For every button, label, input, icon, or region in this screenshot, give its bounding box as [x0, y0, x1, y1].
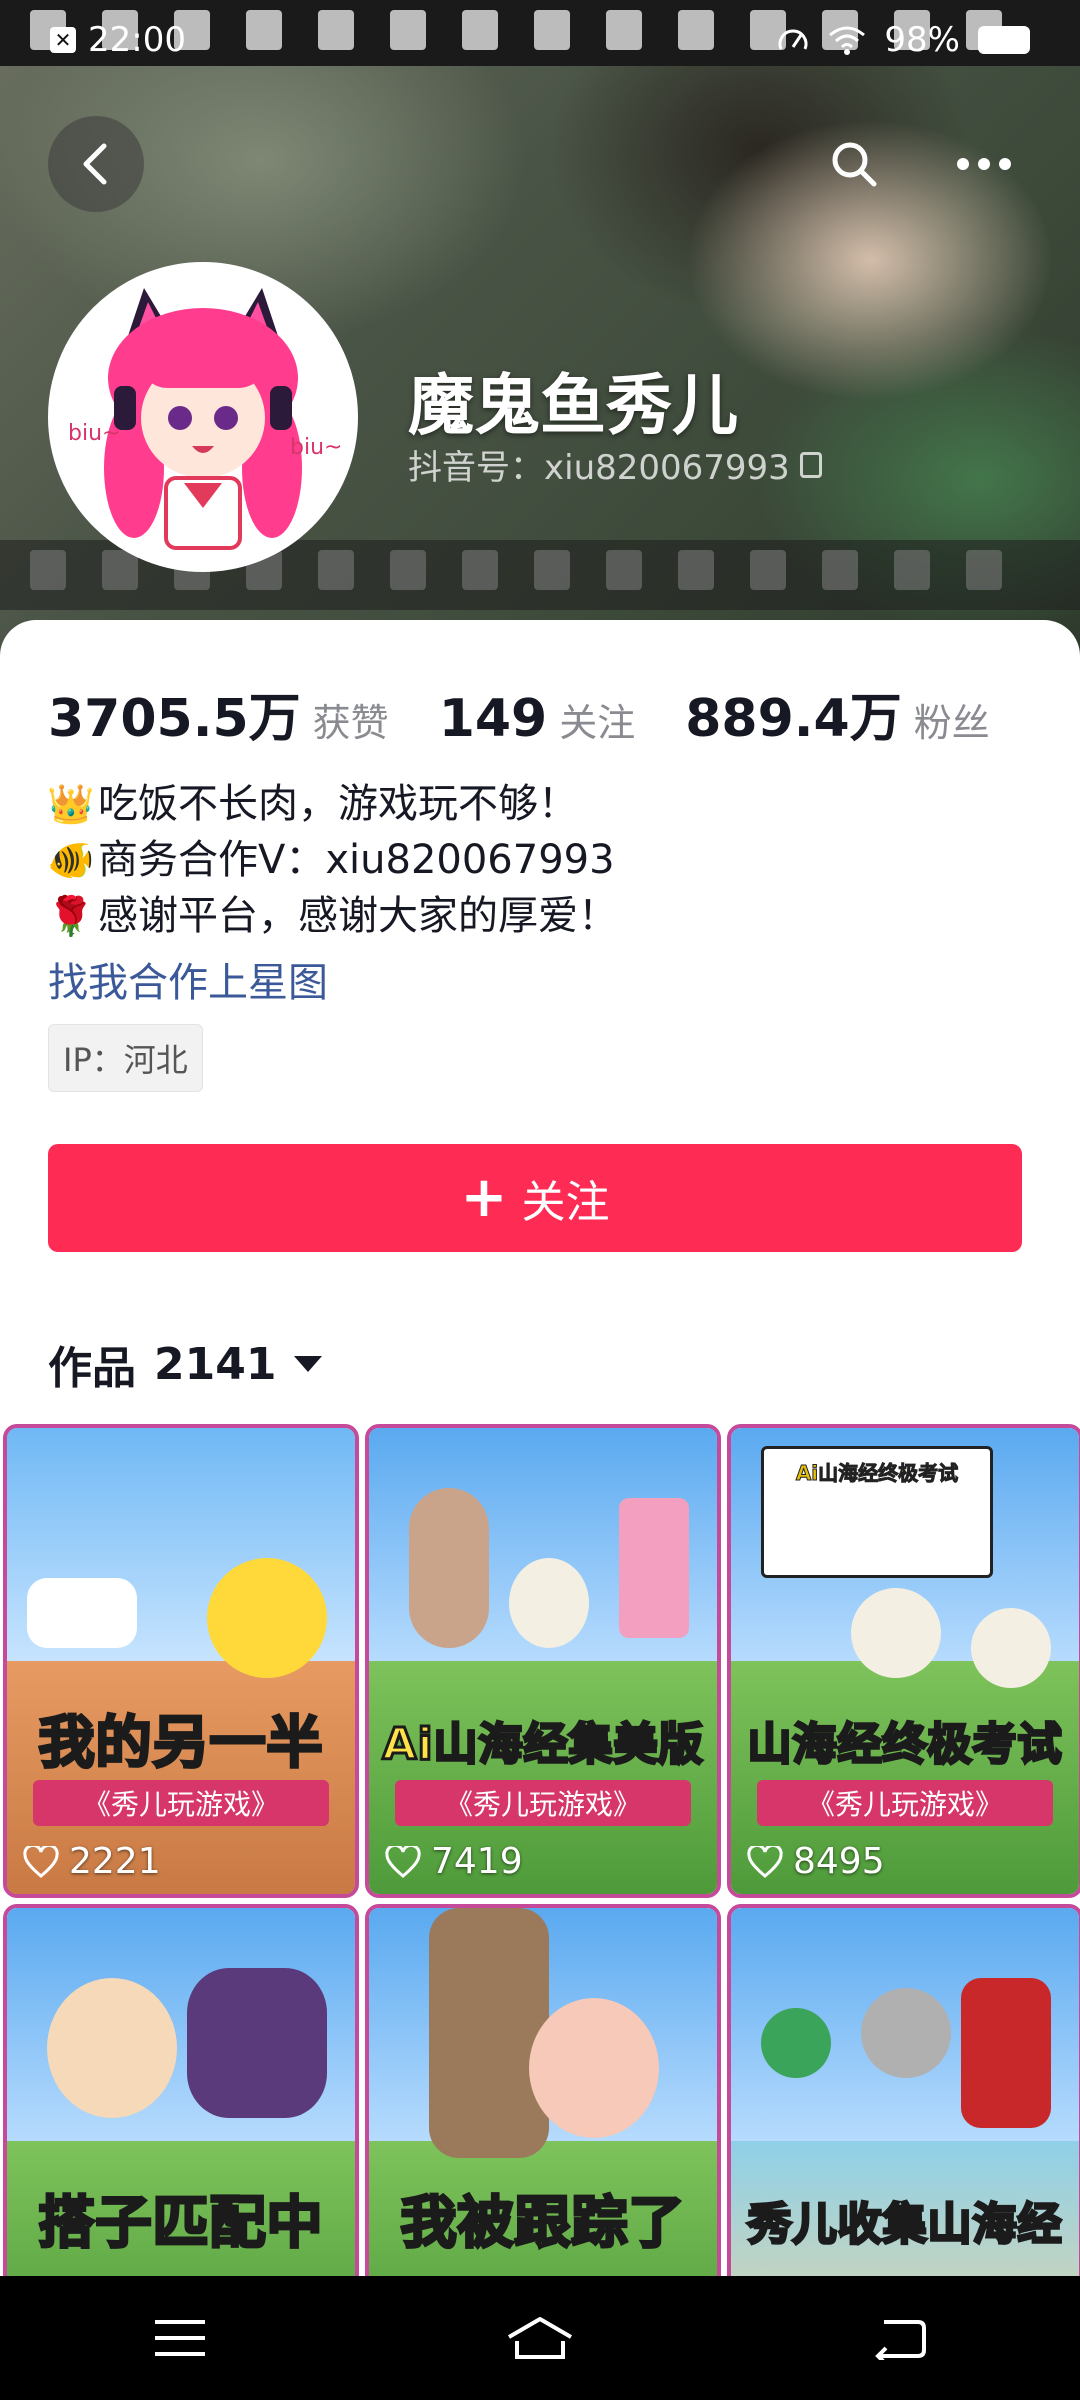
- video-grid: 我的另一半 《秀儿玩游戏》 2221 Ai山海经集美版 《秀儿玩游戏》 7419…: [0, 1424, 1080, 2276]
- thumbnail-character: [47, 1978, 177, 2118]
- stat-value: 149: [438, 689, 548, 749]
- video-likes: 8495: [747, 1841, 885, 1882]
- bio-text: 商务合作V：xiu820067993: [98, 837, 615, 883]
- chevron-left-icon: [83, 143, 107, 185]
- video-tile[interactable]: Ai山海经终极考试 山海经终极考试 《秀儿玩游戏》 8495: [727, 1424, 1080, 1898]
- douyin-id[interactable]: 抖音号：xiu820067993: [408, 440, 822, 489]
- video-caption: 山海经终极考试: [746, 1718, 1063, 1772]
- works-tab[interactable]: 作品 2141: [48, 1332, 323, 1396]
- avatar-text-left: biu~: [68, 421, 120, 446]
- thumbnail-character: [971, 1608, 1051, 1688]
- stat-label: 粉丝: [913, 701, 990, 745]
- thumbnail-character: [509, 1558, 589, 1648]
- avatar[interactable]: biu~ biu~: [48, 262, 358, 572]
- video-tile[interactable]: 秀儿收集山海经: [727, 1904, 1080, 2276]
- notification-icon: ✕: [50, 27, 76, 53]
- bio-line: 🌹 感谢平台，感谢大家的厚爱！: [47, 888, 618, 944]
- likes-count: 7419: [431, 1841, 523, 1882]
- nav-back-button[interactable]: [840, 2298, 960, 2378]
- bio-line: 👑 吃饭不长肉，游戏玩不够！: [47, 776, 618, 832]
- stat-followers[interactable]: 889.4万 粉丝: [685, 676, 990, 751]
- heart-icon: [385, 1845, 421, 1878]
- bio-text: 吃饭不长肉，游戏玩不够！: [98, 781, 578, 827]
- star-map-link[interactable]: 找我合作上星图: [48, 950, 328, 1008]
- status-time: 22:00: [88, 20, 186, 60]
- video-caption: Ai山海经集美版: [381, 1718, 704, 1772]
- avatar-illustration: biu~ biu~: [54, 268, 352, 566]
- stats-row: 3705.5万 获赞 149 关注 889.4万 粉丝: [48, 676, 1040, 751]
- stat-value: 889.4万: [685, 689, 902, 749]
- video-subtitle: 《秀儿玩游戏》: [757, 1780, 1053, 1826]
- wifi-icon: [829, 26, 866, 55]
- plus-icon: +: [460, 1165, 508, 1230]
- works-count: 2141: [154, 1338, 277, 1390]
- ip-location-tag: IP：河北: [48, 1024, 203, 1092]
- heart-icon: [747, 1845, 783, 1878]
- stat-value: 3705.5万: [48, 689, 301, 749]
- caret-down-icon[interactable]: [294, 1356, 323, 1372]
- thumbnail-character: [207, 1558, 327, 1678]
- thumbnail-character: [761, 2008, 831, 2078]
- video-tile[interactable]: 我的另一半 《秀儿玩游戏》 2221: [3, 1424, 359, 1898]
- stat-label: 关注: [559, 701, 636, 745]
- bio: 👑 吃饭不长肉，游戏玩不够！ 🐠 商务合作V：xiu820067993 🌹 感谢…: [47, 776, 618, 944]
- follow-button-label: 关注: [521, 1177, 610, 1228]
- heart-icon: [23, 1845, 59, 1878]
- thumbnail-inset: Ai山海经终极考试: [761, 1446, 993, 1578]
- nav-home-button[interactable]: [480, 2298, 600, 2378]
- thumbnail-character: [861, 1988, 951, 2078]
- inset-title: Ai山海经终极考试: [795, 1461, 959, 1486]
- thumbnail-character: [529, 1998, 659, 2138]
- back-button[interactable]: [48, 116, 144, 212]
- stat-following[interactable]: 149 关注: [439, 689, 636, 749]
- search-button[interactable]: [806, 116, 902, 212]
- search-icon: [832, 142, 877, 187]
- likes-count: 8495: [793, 1841, 885, 1882]
- bio-text: 感谢平台，感谢大家的厚爱！: [98, 893, 618, 939]
- follow-button[interactable]: + 关注: [48, 1144, 1022, 1252]
- video-caption: 我被跟踪了: [399, 2190, 686, 2258]
- thumbnail-character: [27, 1578, 137, 1648]
- rose-icon: 🌹: [47, 894, 95, 938]
- menu-icon: [155, 2320, 205, 2356]
- likes-count: 2221: [69, 1841, 161, 1882]
- thumbnail-character: [409, 1488, 489, 1648]
- video-subtitle: 《秀儿玩游戏》: [33, 1780, 329, 1826]
- video-caption: 秀儿收集山海经: [746, 2198, 1063, 2252]
- video-tile[interactable]: Ai山海经集美版 《秀儿玩游戏》 7419: [365, 1424, 721, 1898]
- video-likes: 7419: [385, 1841, 523, 1882]
- data-speed-icon: [778, 29, 808, 50]
- system-nav-bar: [0, 2276, 1080, 2400]
- crown-icon: 👑: [47, 782, 95, 826]
- stat-label: 获赞: [312, 701, 389, 745]
- thumbnail-character: [961, 1978, 1051, 2128]
- thumbnail-character: [187, 1968, 327, 2118]
- douyin-id-text: 抖音号：xiu820067993: [408, 448, 790, 488]
- copy-icon[interactable]: [799, 451, 822, 478]
- thumbnail-character: [429, 1908, 549, 2158]
- video-caption: 我的另一半: [37, 1710, 324, 1778]
- thumbnail-character: [619, 1498, 689, 1638]
- nickname: 魔鬼鱼秀儿: [408, 367, 738, 444]
- more-button[interactable]: [936, 116, 1032, 212]
- video-subtitle: 《秀儿玩游戏》: [395, 1780, 691, 1826]
- back-arrow-icon: [875, 2320, 926, 2360]
- more-dots-icon: [957, 158, 1011, 170]
- stat-likes[interactable]: 3705.5万 获赞: [48, 676, 389, 751]
- video-likes: 2221: [23, 1841, 161, 1882]
- video-caption: 搭子匹配中: [37, 2190, 324, 2258]
- video-tile[interactable]: 搭子匹配中: [3, 1904, 359, 2276]
- battery-icon: [978, 26, 1030, 54]
- status-bar: ✕ 22:00 98%: [0, 0, 1080, 80]
- fish-icon: 🐠: [47, 838, 95, 882]
- avatar-text-right: biu~: [290, 435, 342, 460]
- battery-percent: 98%: [884, 20, 960, 60]
- profile-card: 3705.5万 获赞 149 关注 889.4万 粉丝 👑 吃饭不长肉，游戏玩不…: [0, 620, 1080, 1420]
- works-label: 作品: [48, 1343, 136, 1394]
- video-tile[interactable]: 我被跟踪了: [365, 1904, 721, 2276]
- bio-line: 🐠 商务合作V：xiu820067993: [47, 832, 618, 888]
- nav-menu-button[interactable]: [120, 2298, 240, 2378]
- home-icon: [507, 2317, 573, 2359]
- thumbnail-character: [851, 1588, 941, 1678]
